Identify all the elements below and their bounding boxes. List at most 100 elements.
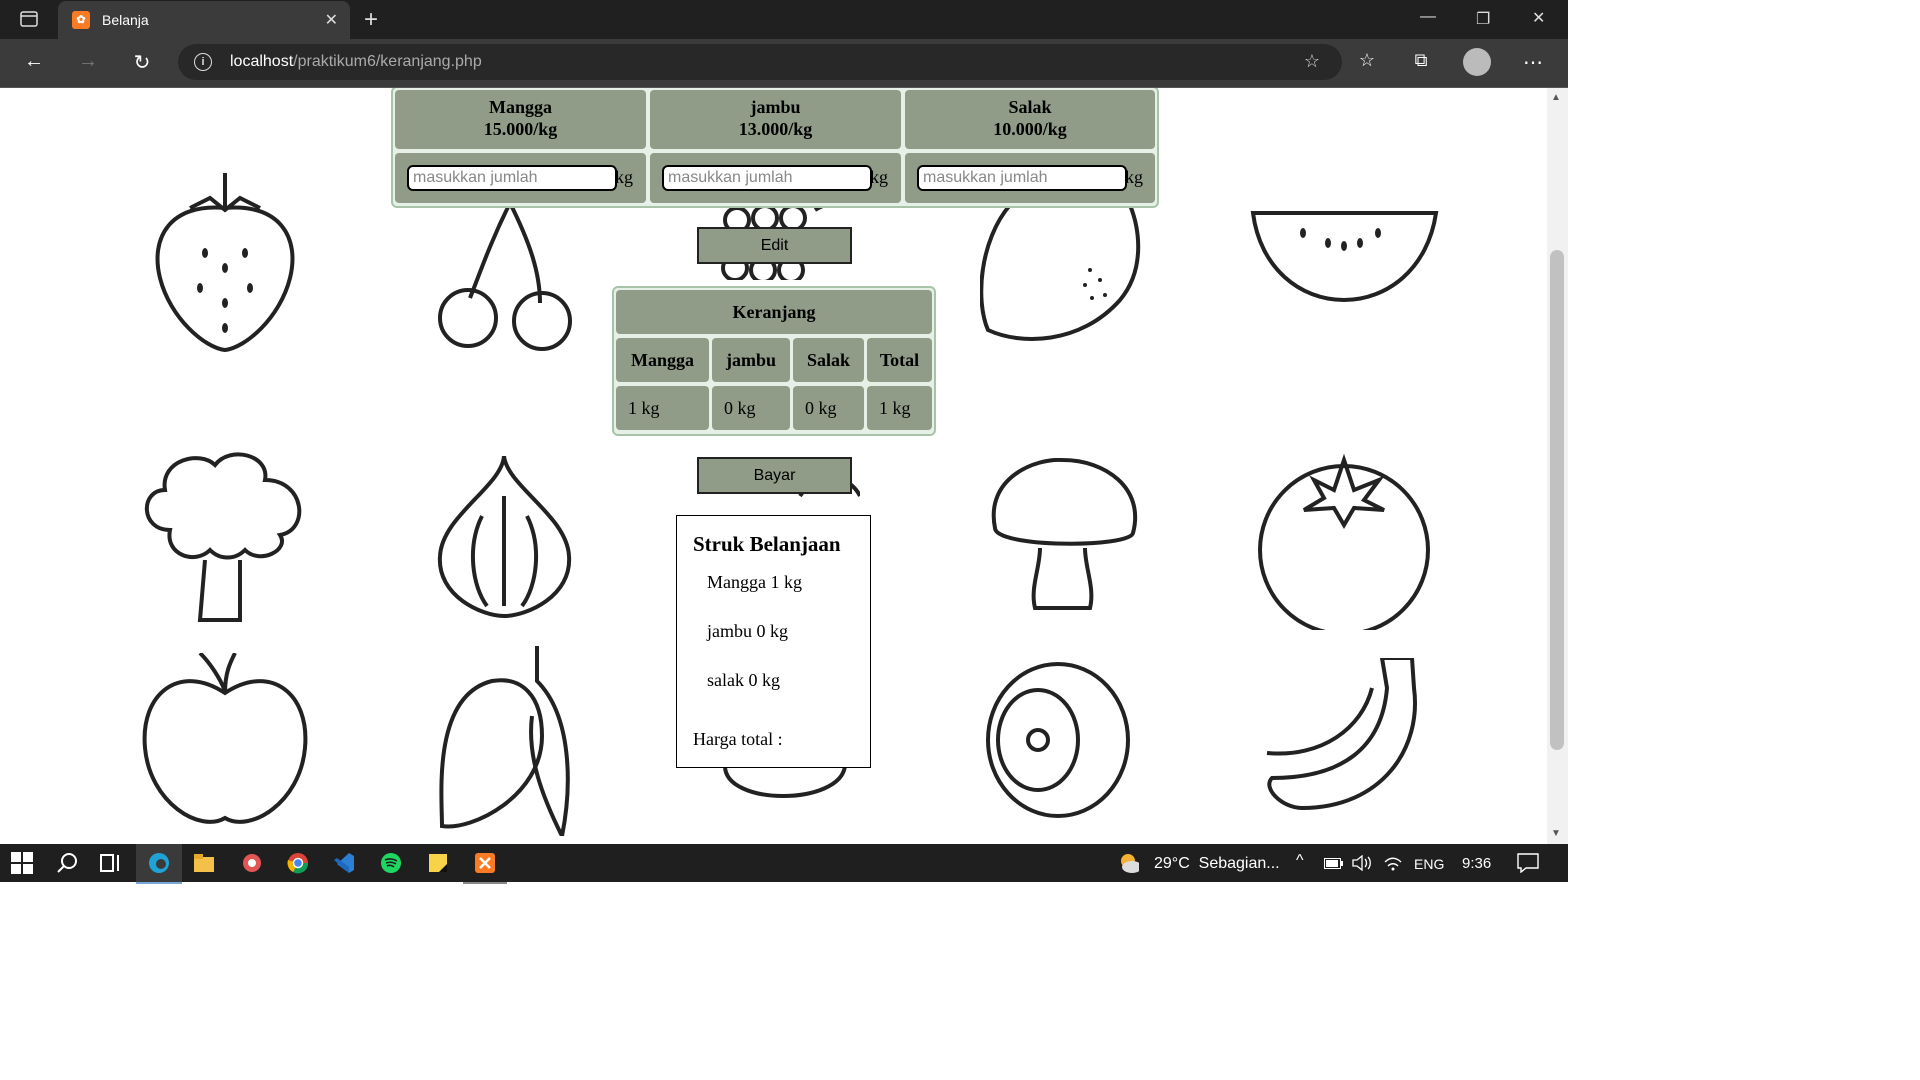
weather-icon[interactable] [1117,851,1139,873]
xampp-favicon-icon: ✿ [72,11,90,29]
product-price: 15.000/kg [483,119,558,139]
minimize-icon[interactable]: — [1420,8,1436,26]
tab-close-icon[interactable]: ✕ [325,10,338,30]
cart-header-salak: Salak [793,338,864,382]
receipt-item: Mangga 1 kg [707,572,802,592]
unit-label: kg [870,167,888,187]
app-icon[interactable] [241,852,263,874]
browser-navbar: ← → ↻ i localhost/praktikum6/keranjang.p… [0,39,1568,88]
page-content: Mangga 15.000/kg jambu 13.000/kg Salak 10.0… [0,88,1547,844]
qty-input-mangga[interactable]: masukkan jumlah [407,165,617,191]
product-table: Mangga 15.000/kg jambu 13.000/kg Salak 10.0… [391,88,1159,208]
product-header-mangga: Mangga 15.000/kg [395,90,646,149]
collections-icon[interactable]: ⧉ [1407,50,1435,71]
product-header-jambu: jambu 13.000/kg [650,90,901,149]
qty-input-jambu[interactable]: masukkan jumlah [662,165,872,191]
product-header-salak: Salak 10.000/kg [905,90,1155,149]
language-indicator[interactable]: ENG [1414,856,1444,872]
clock[interactable]: 9:36 [1462,855,1491,872]
product-price: 13.000/kg [738,119,813,139]
broccoli-icon [144,452,302,622]
cart-value-jambu: 0 kg [712,386,790,430]
product-name: Mangga [489,97,552,117]
address-bar[interactable]: i localhost/praktikum6/keranjang.php ☆ [178,44,1342,80]
product-name: jambu [750,97,801,117]
tab-title: Belanja [102,12,149,28]
mushroom-icon [991,458,1137,610]
lemon-icon [980,203,1141,341]
xampp-taskbar-item[interactable] [463,844,507,884]
profile-avatar[interactable] [1463,48,1491,76]
cart-header-total: Total [867,338,932,382]
qty-input-salak[interactable]: masukkan jumlah [917,165,1127,191]
url-path: /praktikum6/keranjang.php [293,53,482,70]
receipt-item: salak 0 kg [707,670,780,690]
kiwi-icon [986,662,1130,818]
scroll-down-icon[interactable]: ▼ [1551,828,1561,839]
spotify-icon[interactable] [380,852,402,874]
scroll-thumb[interactable] [1550,250,1564,750]
favorites-icon[interactable]: ☆ [1353,50,1381,71]
edge-icon [149,853,169,873]
strawberry-icon [155,173,295,353]
reload-icon[interactable]: ↻ [128,50,156,75]
onion-icon [437,456,572,619]
window-close-icon[interactable]: ✕ [1532,8,1545,28]
windows-taskbar: 29°C Sebagian... ^ ENG 9:36 [0,844,1568,884]
qty-cell-mangga: masukkan jumlah kg [395,153,646,203]
back-icon[interactable]: ← [20,50,48,73]
pay-button[interactable]: Bayar [697,457,852,494]
system-tray-chevron-icon[interactable]: ^ [1296,852,1304,870]
add-favorite-icon[interactable]: ☆ [1304,51,1320,72]
browser-tab[interactable]: ✿ Belanja ✕ [58,1,350,39]
cart-table: Keranjang Mangga jambu Salak Total 1 kg … [612,286,936,436]
edit-button[interactable]: Edit [697,227,852,264]
unit-label: kg [615,167,633,187]
cart-header-mangga: Mangga [616,338,709,382]
site-info-icon[interactable]: i [194,53,212,71]
cart-value-mangga: 1 kg [616,386,709,430]
receipt-item: jambu 0 kg [707,621,788,641]
url-text: localhost/praktikum6/keranjang.php [230,53,482,71]
battery-icon[interactable] [1324,858,1344,869]
notifications-icon[interactable] [1517,853,1539,873]
receipt-title: Struk Belanjaan [693,532,841,556]
wifi-icon[interactable] [1383,855,1403,871]
search-icon[interactable] [56,852,78,874]
volume-icon[interactable] [1352,855,1372,871]
cart-value-total: 1 kg [867,386,932,430]
scroll-up-icon[interactable]: ▲ [1551,92,1561,103]
cart-title: Keranjang [616,290,932,334]
qty-cell-jambu: masukkan jumlah kg [650,153,901,203]
chrome-icon[interactable] [287,852,309,874]
forward-icon[interactable]: → [74,50,102,73]
file-explorer-icon[interactable] [193,852,215,874]
qty-cell-salak: masukkan jumlah kg [905,153,1155,203]
product-price: 10.000/kg [993,119,1067,139]
cherry-icon [438,203,572,351]
banana-icon [1266,658,1417,811]
product-name: Salak [1008,97,1052,117]
xampp-icon [475,853,495,873]
sticky-notes-icon[interactable] [427,852,449,874]
tab-actions-icon[interactable] [20,10,38,33]
more-menu-icon[interactable]: ⋯ [1519,50,1547,75]
receipt-total-label: Harga total : [693,729,783,749]
watermelon-icon [1250,211,1439,303]
mango-icon [439,646,570,836]
restore-icon[interactable]: ❐ [1476,9,1490,29]
page-scrollbar[interactable]: ▲ ▼ [1547,88,1568,844]
task-view-icon[interactable] [100,852,122,874]
receipt-box: Struk Belanjaan Mangga 1 kg jambu 0 kg s… [676,515,871,768]
weather-text[interactable]: 29°C Sebagian... [1154,855,1280,873]
windows-start-icon[interactable] [11,852,33,874]
tomato-icon [1258,453,1430,630]
edge-taskbar-item[interactable] [136,844,182,884]
cart-header-jambu: jambu [712,338,790,382]
cart-value-salak: 0 kg [793,386,864,430]
new-tab-icon[interactable]: + [364,6,378,34]
url-host: localhost [230,53,294,70]
vscode-icon[interactable] [333,852,355,874]
unit-label: kg [1125,167,1143,187]
browser-titlebar: ✿ Belanja ✕ + — ❐ ✕ [0,0,1568,39]
